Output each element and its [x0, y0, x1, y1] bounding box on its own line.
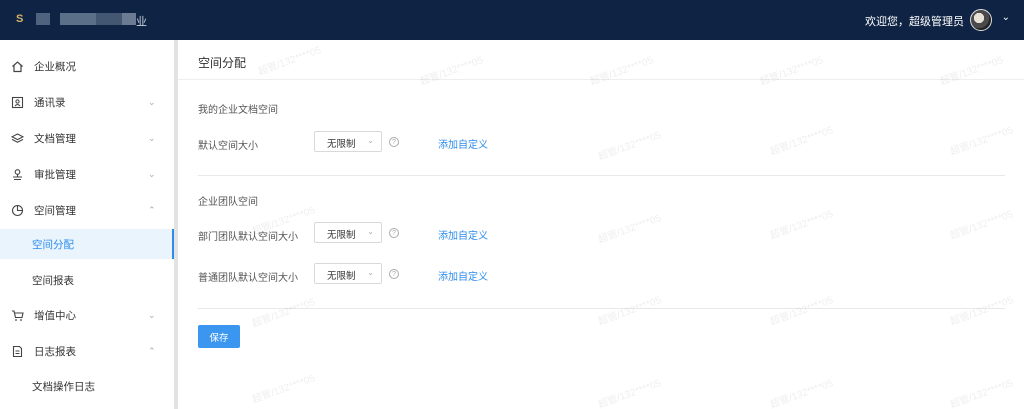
sidebar-item-log-report[interactable]: 日志报表 ⌃	[0, 336, 175, 366]
select-value: 无限制	[327, 230, 356, 241]
contacts-icon	[10, 95, 24, 109]
normal-team-space-label: 普通团队默认空间大小	[198, 273, 298, 284]
watermark: 超管/132****05	[948, 124, 1015, 158]
sidebar-item-label: 企业概况	[34, 60, 76, 73]
watermark: 超管/132****05	[250, 372, 317, 406]
watermark: 超管/132****05	[588, 54, 655, 88]
sidebar-item-space-report[interactable]: 空间报表	[0, 265, 175, 295]
sidebar-item-label: 审批管理	[34, 168, 76, 181]
brand-name-suffix: 业	[136, 16, 147, 28]
stamp-icon	[10, 167, 24, 181]
layers-icon	[10, 131, 24, 145]
section-divider	[198, 175, 1005, 176]
watermark: 超管/132****05	[768, 124, 835, 158]
watermark: 超管/132****05	[768, 208, 835, 242]
page-title: 空间分配	[198, 56, 247, 70]
watermark: 超管/132****05	[256, 44, 323, 78]
cart-icon	[10, 308, 24, 322]
pie-chart-icon	[10, 203, 24, 217]
sidebar-item-doc-operation-log[interactable]: 文档操作日志	[0, 371, 175, 401]
watermark: 超管/132****05	[596, 129, 663, 163]
sidebar-item-label: 通讯录	[34, 96, 66, 109]
watermark: 超管/132****05	[938, 54, 1005, 88]
chevron-down-icon: ⌄	[148, 168, 156, 179]
sidebar-item-overview[interactable]: 企业概况	[0, 51, 175, 81]
sidebar-item-approval[interactable]: 审批管理 ⌄	[0, 159, 175, 189]
sidebar-item-contacts[interactable]: 通讯录 ⌄	[0, 87, 175, 117]
watermark: 超管/132****05	[250, 296, 317, 330]
sidebar-item-label: 增值中心	[34, 309, 76, 322]
default-space-size-select[interactable]: 无限制 ⌄	[314, 131, 382, 152]
chevron-down-icon: ⌄	[367, 268, 374, 277]
dept-team-space-label: 部门团队默认空间大小	[198, 232, 298, 243]
watermark: 超管/132****05	[948, 208, 1015, 242]
logo-icon: S	[16, 13, 24, 25]
avatar[interactable]	[970, 9, 992, 31]
help-icon[interactable]: ?	[389, 269, 399, 279]
default-space-size-label: 默认空间大小	[198, 141, 258, 152]
help-icon[interactable]: ?	[389, 228, 399, 238]
section-divider	[198, 308, 1005, 309]
home-icon	[10, 59, 24, 73]
add-custom-link[interactable]: 添加自定义	[438, 268, 488, 283]
chevron-down-icon: ⌄	[148, 309, 156, 320]
watermark: 超管/132****05	[768, 294, 835, 328]
chevron-down-icon: ⌄	[367, 136, 374, 145]
select-value: 无限制	[327, 271, 356, 282]
sidebar-item-value-added[interactable]: 增值中心 ⌄	[0, 300, 175, 330]
welcome-text: 欢迎您，超级管理员	[865, 16, 964, 28]
sidebar-item-label: 日志报表	[34, 345, 76, 358]
help-icon[interactable]: ?	[389, 137, 399, 147]
section-heading-enterprise: 我的企业文档空间	[198, 105, 278, 116]
sidebar-item-label: 空间分配	[32, 238, 74, 251]
document-icon	[10, 344, 24, 358]
select-value: 无限制	[327, 139, 356, 150]
chevron-down-icon: ⌄	[148, 132, 156, 143]
sidebar-item-documents[interactable]: 文档管理 ⌄	[0, 123, 175, 153]
section-heading-team: 企业团队空间	[198, 197, 258, 208]
watermark: 超管/132****05	[596, 294, 663, 328]
add-custom-link[interactable]: 添加自定义	[438, 227, 488, 242]
normal-team-space-select[interactable]: 无限制 ⌄	[314, 263, 382, 284]
sidebar: 企业概况 通讯录 ⌄ 文档管理 ⌄ 审批管理 ⌄ 空间管理 ⌃ 空间分配 空间报…	[0, 40, 175, 409]
chevron-down-icon[interactable]: ⌄	[1002, 12, 1010, 23]
top-header: S 业 欢迎您，超级管理员 ⌄	[0, 0, 1024, 40]
dept-team-space-select[interactable]: 无限制 ⌄	[314, 222, 382, 243]
sidebar-item-space-management[interactable]: 空间管理 ⌃	[0, 195, 175, 225]
sidebar-item-label: 文档管理	[34, 132, 76, 145]
chevron-down-icon: ⌄	[148, 96, 156, 107]
brand-name-blurred	[36, 13, 136, 25]
watermark: 超管/132****05	[948, 377, 1015, 409]
watermark: 超管/132****05	[758, 54, 825, 88]
sidebar-item-label: 空间报表	[32, 274, 74, 287]
sidebar-item-label: 空间管理	[34, 204, 76, 217]
chevron-down-icon: ⌄	[367, 227, 374, 236]
save-button[interactable]: 保存	[198, 325, 240, 348]
watermark: 超管/132****05	[596, 212, 663, 246]
watermark: 超管/132****05	[948, 294, 1015, 328]
sidebar-item-label: 文档操作日志	[32, 380, 95, 393]
chevron-up-icon: ⌃	[148, 204, 156, 215]
watermark: 超管/132****05	[418, 54, 485, 88]
chevron-up-icon: ⌃	[148, 345, 156, 356]
sidebar-item-space-allocation[interactable]: 空间分配	[0, 229, 175, 259]
main-content: 空间分配 我的企业文档空间 默认空间大小 无限制 ⌄ ? 添加自定义 企业团队空…	[178, 40, 1024, 409]
watermark: 超管/132****05	[768, 377, 835, 409]
title-divider	[178, 79, 1024, 80]
add-custom-link[interactable]: 添加自定义	[438, 136, 488, 151]
watermark: 超管/132****05	[596, 377, 663, 409]
